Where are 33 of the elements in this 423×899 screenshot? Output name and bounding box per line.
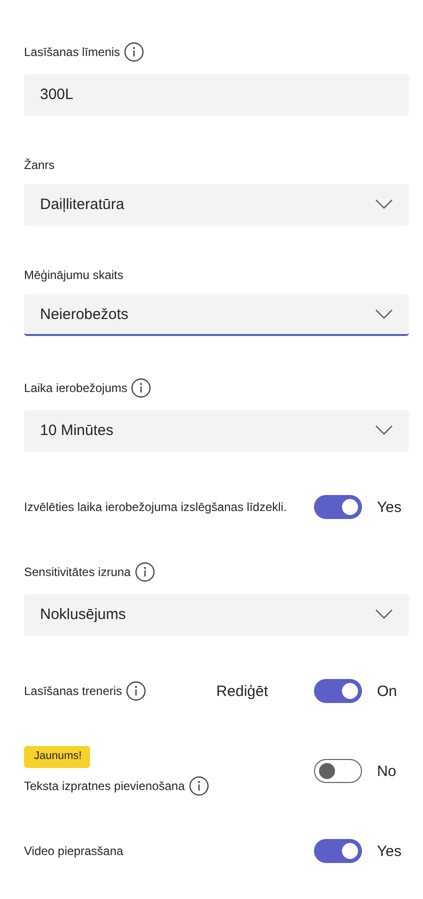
field-label: Sensitivitātes izruna (24, 565, 131, 579)
toggle-state: No (377, 762, 398, 780)
toggle-switch[interactable] (314, 679, 362, 703)
input-field[interactable]: 300L (24, 74, 409, 116)
edit-link[interactable]: Rediģēt (216, 682, 268, 700)
field-label: Lasīšanas līmenis (24, 45, 120, 59)
toggle-state: On (377, 682, 398, 700)
dropdown[interactable]: 10 Minūtes (24, 410, 409, 452)
toggle-label: Teksta izpratnes pievienošana (24, 779, 185, 793)
dropdown[interactable]: Noklusējums (24, 594, 409, 636)
field-label: Laika ierobežojums (24, 381, 128, 395)
info-icon[interactable] (188, 776, 209, 796)
toggle-state: Yes (377, 498, 402, 516)
field-label: Mēģinājumu skaits (24, 268, 124, 282)
field-label: Žanrs (24, 158, 55, 172)
chevron-down-icon (375, 309, 393, 319)
toggle-switch[interactable] (314, 839, 362, 863)
toggle-switch[interactable] (314, 759, 362, 783)
new-badge: Jaunums! (24, 746, 90, 768)
chevron-down-icon (375, 609, 393, 619)
info-icon[interactable] (134, 562, 155, 582)
info-icon[interactable] (124, 42, 144, 62)
chevron-down-icon (375, 199, 393, 209)
info-icon[interactable] (131, 378, 152, 398)
toggle-state: Yes (377, 842, 402, 860)
toggle-label: Video pieprasšana (24, 844, 124, 858)
toggle-label: Lasīšanas treneris (24, 684, 122, 698)
dropdown[interactable]: Daiļliteratūra (24, 184, 409, 226)
toggle-label: Izvēlēties laika ierobežojuma izslēgšanas līdzekli. (24, 500, 287, 514)
chevron-down-icon (375, 425, 393, 435)
toggle-switch[interactable] (314, 495, 362, 519)
info-icon[interactable] (126, 681, 146, 701)
dropdown[interactable]: Neierobežots (24, 294, 409, 336)
